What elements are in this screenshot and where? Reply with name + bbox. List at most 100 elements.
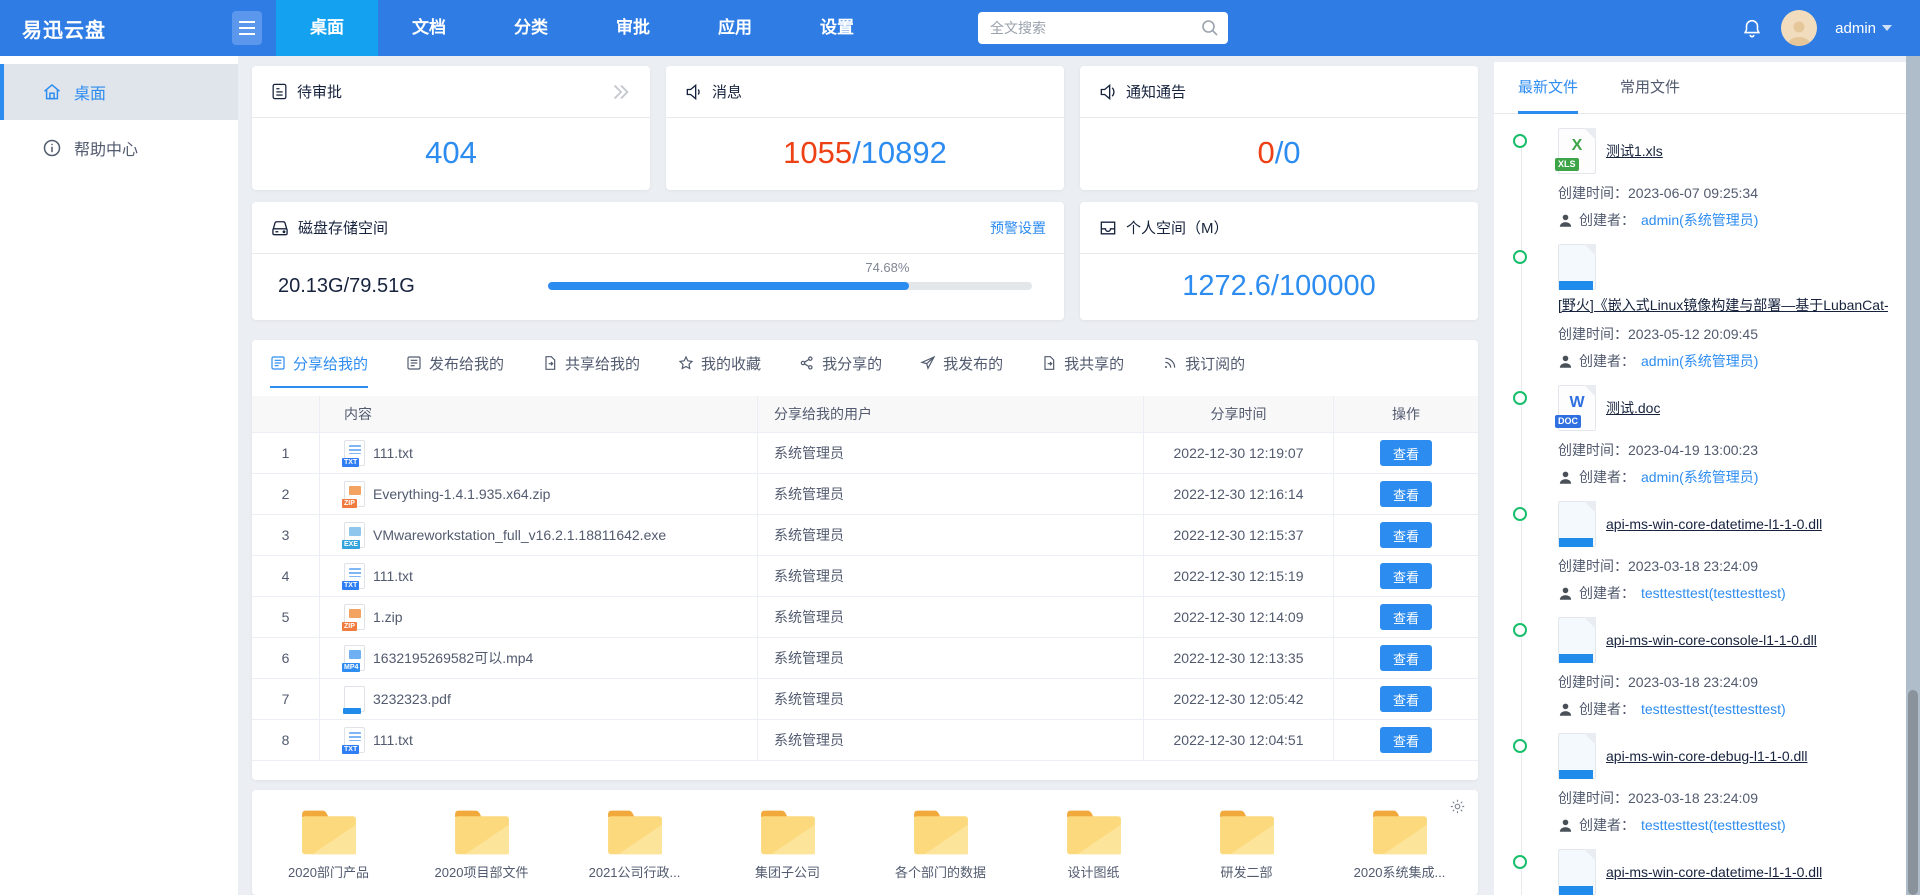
folder-icon <box>452 806 512 858</box>
files-panel-tab[interactable]: 常用文件 <box>1620 62 1680 114</box>
file-type-icon <box>344 686 365 712</box>
shared-by-user: 系统管理员 <box>758 515 1144 555</box>
menu-collapse-icon[interactable] <box>232 11 262 45</box>
tab-shared-to-me[interactable]: 分享给我的 <box>270 340 368 388</box>
file-name[interactable]: 1632195269582可以.mp4 <box>373 648 533 668</box>
alert-settings-link[interactable]: 预警设置 <box>990 218 1046 238</box>
creator-link[interactable]: testtesttest(testtesttest) <box>1641 585 1786 601</box>
creator-link[interactable]: testtesttest(testtesttest) <box>1641 817 1786 833</box>
table-row: 8 TXT 111.txt 系统管理员 2022-12-30 12:04:51 … <box>252 720 1478 761</box>
file-name[interactable]: VMwareworkstation_full_v16.2.1.18811642.… <box>373 527 666 543</box>
created-time: 创建时间：2023-03-18 23:24:09 <box>1558 556 1896 576</box>
scrollbar-thumb[interactable] <box>1908 690 1918 895</box>
row-index: 1 <box>252 433 320 473</box>
tab-my-published[interactable]: 我发布的 <box>920 340 1003 388</box>
person-icon <box>1558 702 1573 717</box>
folder-name: 集团子公司 <box>755 862 820 881</box>
app-logo: 易迅云盘 <box>22 14 232 43</box>
sidebar-item-desktop[interactable]: 桌面 <box>0 64 238 120</box>
view-button[interactable]: 查看 <box>1380 686 1432 712</box>
gear-icon[interactable] <box>1449 798 1466 815</box>
sidebar-item-help-center[interactable]: 帮助中心 <box>0 120 238 176</box>
file-link[interactable]: api-ms-win-core-console-l1-1-0.dll <box>1606 632 1817 648</box>
file-name[interactable]: 111.txt <box>373 732 413 748</box>
folder-shortcut[interactable]: 研发二部 <box>1170 806 1323 881</box>
notification-bell-icon[interactable] <box>1741 17 1763 39</box>
disk-progress-bar: 74.68% <box>548 282 1032 290</box>
file-link[interactable]: 测试1.xls <box>1606 141 1663 161</box>
tab-my-shares[interactable]: 我分享的 <box>799 340 882 388</box>
creator-link[interactable]: admin(系统管理员) <box>1641 351 1758 371</box>
nav-tab[interactable]: 应用 <box>684 0 786 56</box>
file-link[interactable]: api-ms-win-core-debug-l1-1-0.dll <box>1606 748 1808 764</box>
total-notices-count[interactable]: /0 <box>1275 135 1301 171</box>
folder-shortcut[interactable]: 2020系统集成... <box>1323 806 1476 881</box>
nav-tab[interactable]: 桌面 <box>276 0 378 56</box>
file-name[interactable]: 111.txt <box>373 568 413 584</box>
col-content: 内容 <box>320 396 758 432</box>
total-messages-count[interactable]: /10892 <box>852 135 947 171</box>
personal-space-value[interactable]: 1272.6/100000 <box>1080 254 1478 318</box>
window-scrollbar[interactable] <box>1906 56 1920 895</box>
folder-shortcut[interactable]: 2020项目部文件 <box>405 806 558 881</box>
disk-progress-fill <box>548 282 909 290</box>
right-files-panel: 最新文件 常用文件 XLS 测试1.xls 创建时间：2023-06-07 09… <box>1494 62 1906 895</box>
view-button[interactable]: 查看 <box>1380 563 1432 589</box>
creator-link[interactable]: admin(系统管理员) <box>1641 467 1758 487</box>
nav-tab[interactable]: 分类 <box>480 0 582 56</box>
view-button[interactable]: 查看 <box>1380 440 1432 466</box>
unread-messages-count[interactable]: 1055 <box>783 135 852 171</box>
view-button[interactable]: 查看 <box>1380 645 1432 671</box>
user-menu[interactable]: admin <box>1835 20 1892 37</box>
nav-tab[interactable]: 文档 <box>378 0 480 56</box>
folder-icon <box>1064 806 1124 858</box>
folder-shortcut[interactable]: 设计图纸 <box>1017 806 1170 881</box>
creator-link[interactable]: admin(系统管理员) <box>1641 210 1758 230</box>
view-button[interactable]: 查看 <box>1380 522 1432 548</box>
row-index: 7 <box>252 679 320 719</box>
creator-row: 创建者： admin(系统管理员) <box>1558 467 1896 487</box>
expand-chevrons-icon[interactable] <box>610 83 632 101</box>
unread-notices-count[interactable]: 0 <box>1257 135 1274 171</box>
file-link[interactable]: [野火]《嵌入式Linux镜像构建与部署—基于LubanCat- <box>1558 295 1888 315</box>
file-type-icon <box>1558 244 1596 290</box>
pending-count[interactable]: 404 <box>425 135 477 171</box>
file-type-icon: ZIP <box>344 481 365 507</box>
tab-published-to-me[interactable]: 发布给我的 <box>406 340 504 388</box>
nav-tab[interactable]: 设置 <box>786 0 888 56</box>
share-time: 2022-12-30 12:16:14 <box>1144 474 1334 514</box>
file-name[interactable]: 111.txt <box>373 445 413 461</box>
view-button[interactable]: 查看 <box>1380 604 1432 630</box>
folder-shortcut[interactable]: 2020部门产品 <box>252 806 405 881</box>
tab-my-shared-out[interactable]: 我共享的 <box>1041 340 1124 388</box>
files-panel-tab[interactable]: 最新文件 <box>1518 62 1578 114</box>
search-input[interactable] <box>978 12 1228 44</box>
card-title: 消息 <box>712 81 742 102</box>
tab-my-favorites[interactable]: 我的收藏 <box>678 340 761 388</box>
folder-shortcut[interactable]: 各个部门的数据 <box>864 806 1017 881</box>
file-link[interactable]: api-ms-win-core-datetime-l1-1-0.dll <box>1606 516 1822 532</box>
col-action: 操作 <box>1334 396 1478 432</box>
file-name[interactable]: 1.zip <box>373 609 403 625</box>
file-name[interactable]: 3232323.pdf <box>373 691 451 707</box>
clipboard-icon <box>270 82 289 101</box>
user-avatar[interactable] <box>1781 10 1817 46</box>
tab-my-subscriptions[interactable]: 我订阅的 <box>1162 340 1245 388</box>
file-link[interactable]: 测试.doc <box>1606 398 1660 418</box>
folder-shortcut[interactable]: 集团子公司 <box>711 806 864 881</box>
row-index: 8 <box>252 720 320 760</box>
view-button[interactable]: 查看 <box>1380 481 1432 507</box>
creator-row: 创建者： admin(系统管理员) <box>1558 210 1896 230</box>
card-title: 个人空间（M） <box>1126 217 1229 238</box>
home-icon <box>42 82 62 102</box>
file-link[interactable]: api-ms-win-core-datetime-l1-1-0.dll <box>1606 864 1822 880</box>
file-name[interactable]: Everything-1.4.1.935.x64.zip <box>373 486 550 502</box>
file-type-icon: XLS <box>1558 128 1596 174</box>
folder-shortcut[interactable]: 2021公司行政... <box>558 806 711 881</box>
share-time: 2022-12-30 12:15:37 <box>1144 515 1334 555</box>
creator-link[interactable]: testtesttest(testtesttest) <box>1641 701 1786 717</box>
tab-shared-with-me[interactable]: 共享给我的 <box>542 340 640 388</box>
view-button[interactable]: 查看 <box>1380 727 1432 753</box>
nav-tab[interactable]: 审批 <box>582 0 684 56</box>
search-icon[interactable] <box>1200 18 1220 38</box>
